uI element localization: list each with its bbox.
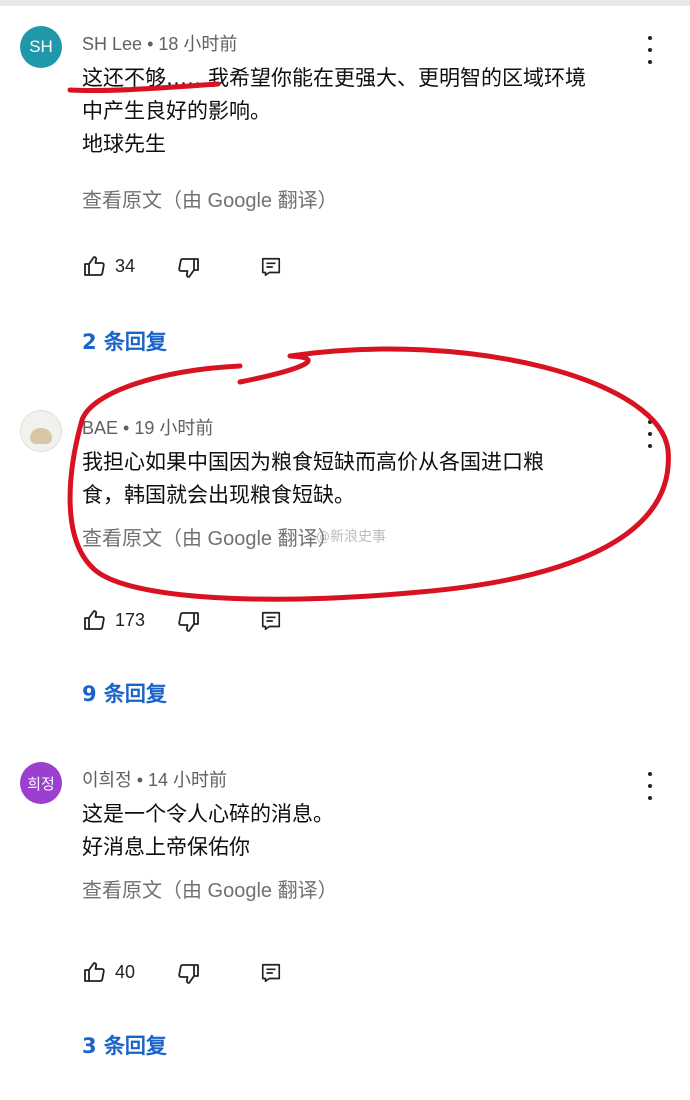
- comment-meta: 이희정 • 14 小时前: [82, 766, 227, 792]
- thumbs-up-icon[interactable]: [82, 960, 106, 984]
- see-original-link[interactable]: 查看原文（由 Google 翻译）: [82, 874, 338, 903]
- thumbs-down-icon[interactable]: [177, 962, 201, 986]
- comment-line: 我担心如果中国因为粮食短缺而高价从各国进口粮: [82, 450, 544, 474]
- top-divider: [0, 0, 690, 6]
- like-count: 34: [115, 256, 136, 276]
- comment-line: 地球先生: [82, 132, 166, 156]
- comment-text: 这是一个令人心碎的消息。 好消息上帝保佑你: [82, 798, 662, 864]
- thumbs-down-icon[interactable]: [177, 610, 201, 634]
- comment-line: 好消息上帝保佑你: [82, 835, 250, 859]
- comment-item: BAE • 19 小时前 我担心如果中国因为粮食短缺而高价从各国进口粮 食，韩国…: [0, 398, 690, 748]
- thumbs-down-icon[interactable]: [177, 256, 201, 280]
- avatar[interactable]: SH: [20, 26, 62, 68]
- watermark: @新浪史事: [316, 529, 386, 545]
- like-count: 173: [115, 610, 146, 630]
- reply-icon[interactable]: [260, 610, 282, 632]
- reply-icon[interactable]: [260, 256, 282, 278]
- more-options-icon[interactable]: [638, 36, 662, 64]
- comment-actions: 34: [82, 254, 302, 284]
- comment-actions: 40: [82, 960, 302, 990]
- comment-actions: 173: [82, 608, 302, 638]
- replies-link[interactable]: 9 条回复: [82, 678, 167, 708]
- author-name[interactable]: SH Lee: [82, 34, 142, 54]
- more-options-icon[interactable]: [638, 420, 662, 448]
- meta-separator: •: [123, 418, 130, 438]
- comment-item: SH SH Lee • 18 小时前 这还不够……我希望你能在更强大、更明智的区…: [0, 14, 690, 364]
- comment-time: 19 小时前: [134, 418, 214, 438]
- see-original-link[interactable]: 查看原文（由 Google 翻译）: [82, 184, 338, 213]
- comment-time: 14 小时前: [148, 770, 228, 790]
- comment-line: 这是一个令人心碎的消息。: [82, 802, 334, 826]
- author-name[interactable]: BAE: [82, 418, 118, 438]
- comment-text: 这还不够……我希望你能在更强大、更明智的区域环境 中产生良好的影响。 地球先生: [82, 62, 662, 161]
- meta-separator: •: [147, 34, 154, 54]
- reply-icon[interactable]: [260, 962, 282, 984]
- avatar[interactable]: 희정: [20, 762, 62, 804]
- comment-text: 我担心如果中国因为粮食短缺而高价从各国进口粮 食，韩国就会出现粮食短缺。: [82, 446, 662, 512]
- comment-time: 18 小时前: [158, 34, 238, 54]
- comment-meta: SH Lee • 18 小时前: [82, 30, 237, 56]
- comment-line: 食，韩国就会出现粮食短缺。: [82, 483, 355, 507]
- replies-link[interactable]: 2 条回复: [82, 326, 167, 356]
- like-count: 40: [115, 962, 136, 982]
- see-original-link[interactable]: 查看原文（由 Google 翻译）: [82, 522, 338, 551]
- avatar-image: [30, 428, 52, 444]
- comment-line: 中产生良好的影响。: [82, 99, 271, 123]
- thumbs-up-icon[interactable]: [82, 608, 106, 632]
- comment-meta: BAE • 19 小时前: [82, 414, 213, 440]
- meta-separator: •: [136, 770, 144, 790]
- thumbs-up-icon[interactable]: [82, 254, 106, 278]
- avatar[interactable]: [20, 410, 62, 452]
- more-options-icon[interactable]: [638, 772, 662, 800]
- author-name[interactable]: 이희정: [82, 770, 132, 790]
- comment-line: 这还不够……我希望你能在更强大、更明智的区域环境: [82, 66, 586, 90]
- comment-item: 희정 이희정 • 14 小时前 这是一个令人心碎的消息。 好消息上帝保佑你 查看…: [0, 750, 690, 1100]
- replies-link[interactable]: 3 条回复: [82, 1030, 167, 1060]
